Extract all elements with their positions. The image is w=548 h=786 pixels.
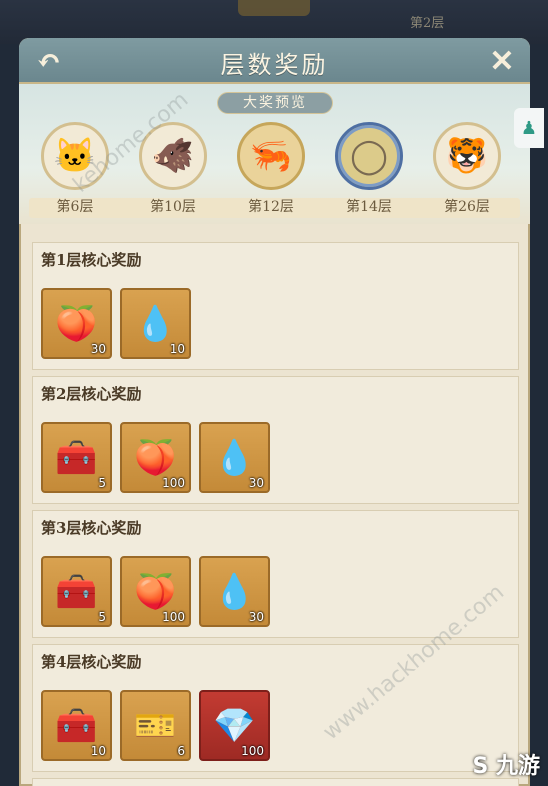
ring-frame-icon: ◯ bbox=[335, 122, 403, 190]
item-count: 10 bbox=[90, 744, 106, 758]
panel-header: ↶ 层数奖励 ✕ bbox=[19, 38, 530, 84]
section-title: 第4层核心奖励 bbox=[41, 653, 142, 671]
treasure-chest-icon[interactable]: 🧰 5 bbox=[41, 556, 112, 627]
reward-section-floor-4: 第4层核心奖励 🧰 10 🎫 6 💎 100 bbox=[32, 644, 519, 772]
reward-section-floor-1: 第1层核心奖励 🍑 30 💧 10 bbox=[32, 242, 519, 370]
shrimp-icon: 🦐 bbox=[237, 122, 305, 190]
brand-name: 九游 bbox=[495, 754, 540, 779]
panel-title: 层数奖励 bbox=[220, 51, 329, 79]
water-gourd-icon[interactable]: 💧 30 bbox=[199, 422, 270, 493]
item-count: 30 bbox=[248, 476, 264, 490]
water-gourd-icon[interactable]: 💧 30 bbox=[199, 556, 270, 627]
item-count: 5 bbox=[98, 610, 106, 624]
tiger-icon: 🐯 bbox=[433, 122, 501, 190]
prize-floor-label: 第6层 bbox=[56, 199, 94, 215]
prize-floor-label: 第26层 bbox=[444, 199, 490, 215]
background-floor-hint: 第2层 bbox=[410, 16, 445, 31]
prize-floor-label: 第14层 bbox=[346, 199, 392, 215]
prize-floor-label: 第10层 bbox=[150, 199, 196, 215]
peach-icon[interactable]: 🍑 100 bbox=[120, 422, 191, 493]
item-count: 5 bbox=[98, 476, 106, 490]
jade-crystal-icon[interactable]: 💎 100 bbox=[199, 690, 270, 761]
item-count: 100 bbox=[162, 610, 185, 624]
item-count: 100 bbox=[162, 476, 185, 490]
reward-section-partial bbox=[32, 778, 519, 786]
background-chip bbox=[238, 0, 310, 16]
item-count: 30 bbox=[90, 342, 106, 356]
peach-icon[interactable]: 🍑 30 bbox=[41, 288, 112, 359]
close-button[interactable]: ✕ bbox=[484, 43, 520, 79]
treasure-chest-icon[interactable]: 🧰 5 bbox=[41, 422, 112, 493]
prize-floor-14[interactable]: ◯ 第14层 bbox=[329, 122, 409, 216]
talisman-ticket-icon[interactable]: 🎫 6 bbox=[120, 690, 191, 761]
item-count: 100 bbox=[241, 744, 264, 758]
section-title: 第1层核心奖励 bbox=[41, 251, 142, 269]
close-icon: ✕ bbox=[489, 43, 515, 79]
floor-rewards-panel: ↶ 层数奖励 ✕ 大奖预览 🐱 第6层 🐗 第10层 🦐 第12层 ◯ 第14层… bbox=[19, 38, 530, 786]
item-count: 10 bbox=[169, 342, 185, 356]
water-gourd-icon[interactable]: 💧 10 bbox=[120, 288, 191, 359]
prize-floor-26[interactable]: 🐯 第26层 bbox=[427, 122, 507, 216]
reward-section-floor-2: 第2层核心奖励 🧰 5 🍑 100 💧 30 bbox=[32, 376, 519, 504]
item-count: 6 bbox=[177, 744, 185, 758]
section-title: 第2层核心奖励 bbox=[41, 385, 142, 403]
preview-label: 大奖预览 bbox=[217, 92, 333, 114]
treasure-chest-icon[interactable]: 🧰 10 bbox=[41, 690, 112, 761]
person-icon: ♟ bbox=[520, 117, 538, 139]
brand-logo: S 九游 bbox=[472, 754, 540, 779]
peach-icon[interactable]: 🍑 100 bbox=[120, 556, 191, 627]
prize-floor-12[interactable]: 🦐 第12层 bbox=[231, 122, 311, 216]
side-toolbar-tab[interactable]: ♟ bbox=[514, 108, 544, 148]
reward-list[interactable]: 第1层核心奖励 🍑 30 💧 10 第2层核心奖励 🧰 5 🍑 100 💧 30 第3层核… bbox=[32, 242, 519, 786]
item-count: 30 bbox=[248, 610, 264, 624]
section-title: 第3层核心奖励 bbox=[41, 519, 142, 537]
background-left bbox=[0, 44, 20, 786]
prize-floor-label: 第12层 bbox=[248, 199, 294, 215]
